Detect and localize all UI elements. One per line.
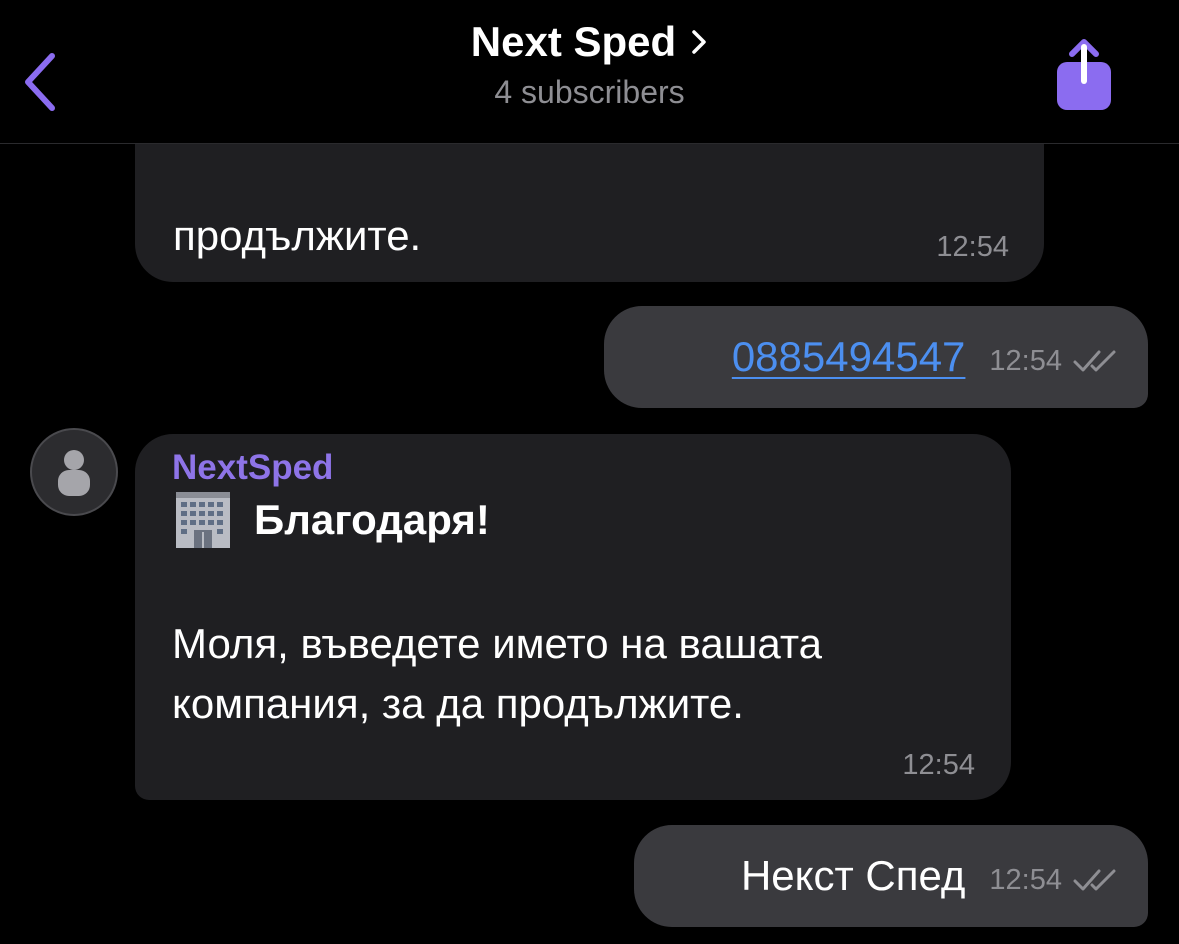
chat-header: Next Sped 4 subscribers: [0, 0, 1179, 144]
office-building-icon: [176, 492, 230, 548]
channel-info[interactable]: Next Sped 4 subscribers: [0, 18, 1179, 111]
double-check-icon: [1073, 869, 1116, 891]
message-bubble-outgoing[interactable]: Некст Спед 12:54: [634, 825, 1148, 927]
message-time: 12:54: [989, 863, 1062, 896]
phone-number-link[interactable]: 0885494547: [732, 333, 966, 381]
message-text-partial: продължите.: [173, 212, 422, 259]
double-check-icon: [1073, 350, 1116, 372]
sender-name[interactable]: NextSped: [172, 448, 333, 488]
subscriber-count: 4 subscribers: [494, 74, 685, 110]
sender-avatar[interactable]: [30, 428, 118, 516]
message-headline: Благодаря!: [254, 496, 490, 543]
message-time: 12:54: [902, 749, 975, 781]
user-avatar-icon: [58, 450, 90, 496]
message-time: 12:54: [989, 344, 1062, 377]
share-icon[interactable]: [1057, 38, 1111, 112]
message-text: продължите.: [173, 146, 421, 266]
message-time: 12:54: [936, 231, 1009, 263]
message-body: Моля, въведете името на вашата компания,…: [172, 620, 822, 727]
channel-title-row[interactable]: Next Sped: [471, 18, 708, 66]
chevron-right-icon: [692, 30, 706, 54]
message-bubble-incoming[interactable]: NextSped Благодаря! Моля, въведете името…: [135, 434, 1011, 800]
message-text: Некст Спед: [740, 852, 966, 899]
channel-title[interactable]: Next Sped: [471, 18, 676, 66]
message-bubble-outgoing[interactable]: 0885494547 12:54: [604, 306, 1148, 408]
